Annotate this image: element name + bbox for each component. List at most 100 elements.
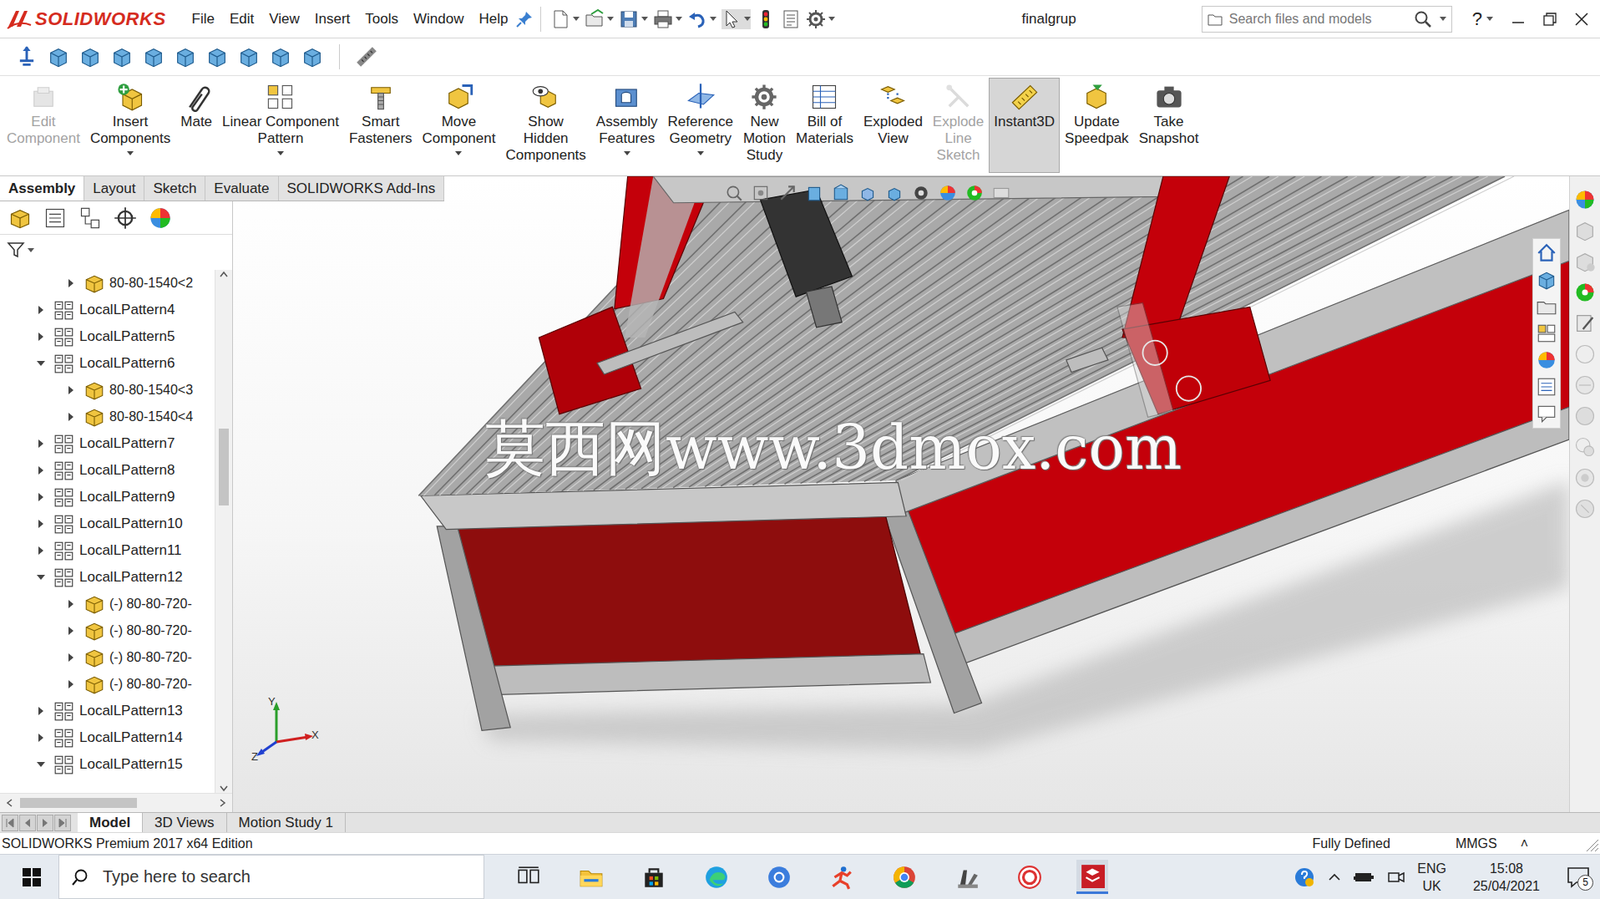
apply-scene-icon[interactable] bbox=[938, 183, 957, 203]
filter-icon[interactable] bbox=[6, 240, 26, 259]
meet-now-icon[interactable] bbox=[1387, 867, 1406, 887]
magnifier-icon[interactable] bbox=[1413, 10, 1433, 29]
taskbar-search[interactable]: Type here to search bbox=[58, 854, 485, 899]
show-hidden-icons-icon[interactable] bbox=[1326, 869, 1342, 885]
select-icon[interactable] bbox=[721, 9, 742, 30]
nav-arrow-icon[interactable] bbox=[4, 816, 16, 829]
battery-icon[interactable] bbox=[1353, 868, 1376, 886]
nav-arrow-icon[interactable] bbox=[56, 816, 69, 829]
menu-item[interactable]: View bbox=[261, 9, 308, 30]
display-manager-icon[interactable] bbox=[148, 206, 173, 230]
quick-tool[interactable] bbox=[755, 9, 776, 30]
update-speedpak-icon[interactable] bbox=[1081, 81, 1112, 112]
home-icon[interactable] bbox=[1535, 242, 1558, 264]
task-pane-tab-icon[interactable] bbox=[1573, 496, 1597, 521]
nav-arrow-icon[interactable] bbox=[39, 816, 51, 829]
menu-item[interactable]: Window bbox=[405, 9, 471, 30]
tree-item[interactable]: LocalLPattern12 bbox=[0, 563, 215, 591]
notification-center[interactable]: 5 bbox=[1566, 865, 1590, 888]
tree-item[interactable]: LocalLPattern6 bbox=[0, 349, 215, 377]
update-speedpak-button[interactable]: UpdateSpeedpak bbox=[1059, 77, 1135, 173]
open-icon[interactable] bbox=[584, 9, 605, 30]
quick-tool[interactable] bbox=[721, 9, 751, 30]
graphics-area[interactable]: 莫西网www.3dmox.comYXZ bbox=[232, 176, 1570, 812]
taskbar-app[interactable] bbox=[763, 860, 795, 893]
minimize-icon[interactable] bbox=[1511, 12, 1525, 26]
browser-icon[interactable] bbox=[766, 864, 792, 890]
command-tab[interactable]: Assembly bbox=[0, 176, 85, 201]
appearance-icon[interactable] bbox=[1535, 349, 1558, 371]
expand-arrow-icon[interactable] bbox=[31, 487, 51, 507]
comment-icon[interactable] bbox=[1535, 402, 1558, 425]
tree-item[interactable]: 80-80-1540<3 bbox=[0, 376, 215, 404]
section-view-icon[interactable] bbox=[805, 183, 824, 203]
store-icon[interactable] bbox=[641, 864, 667, 890]
model-tab[interactable]: Motion Study 1 bbox=[227, 812, 346, 832]
tree-item[interactable]: (-) 80-80-720- bbox=[0, 643, 215, 671]
task-pane-tab-icon[interactable] bbox=[1573, 435, 1597, 459]
move-component-icon[interactable] bbox=[443, 81, 474, 112]
expand-arrow-icon[interactable] bbox=[31, 514, 51, 533]
task-pane-tab-icon[interactable] bbox=[1573, 342, 1597, 366]
tree-item[interactable]: LocalLPattern10 bbox=[0, 510, 215, 537]
mate-icon[interactable] bbox=[181, 81, 212, 112]
reference-geometry-button[interactable]: ReferenceGeometry bbox=[663, 77, 739, 173]
smart-fasteners-icon[interactable] bbox=[365, 81, 396, 112]
model-tab[interactable]: Model bbox=[77, 812, 143, 832]
view-cube-icon[interactable] bbox=[205, 45, 229, 69]
windows-logo-icon[interactable] bbox=[21, 866, 42, 887]
nav-button[interactable] bbox=[36, 814, 54, 831]
close-icon[interactable] bbox=[1574, 12, 1589, 26]
dropdown-caret-icon[interactable] bbox=[455, 151, 462, 156]
start-button[interactable] bbox=[21, 866, 42, 887]
quick-tool[interactable] bbox=[584, 9, 614, 30]
expand-arrow-icon[interactable] bbox=[31, 434, 51, 453]
menu-item[interactable]: Tools bbox=[357, 9, 406, 30]
quick-tool[interactable] bbox=[805, 9, 836, 30]
hide-show-icon[interactable] bbox=[885, 183, 904, 203]
expand-arrow-icon[interactable] bbox=[31, 300, 51, 319]
scroll-down-icon[interactable] bbox=[218, 782, 229, 793]
file-explorer-icon[interactable] bbox=[578, 864, 604, 890]
display-pane-icon[interactable] bbox=[992, 183, 1011, 203]
expand-arrow-icon[interactable] bbox=[61, 380, 81, 400]
scroll-left-icon[interactable] bbox=[5, 797, 16, 808]
exploded-view-icon[interactable] bbox=[877, 81, 908, 112]
nav-button[interactable] bbox=[19, 814, 36, 831]
nav-arrow-icon[interactable] bbox=[21, 816, 34, 829]
nav-button[interactable] bbox=[54, 814, 71, 831]
bill-of-materials-icon[interactable] bbox=[809, 81, 840, 112]
horizontal-scrollbar[interactable] bbox=[0, 792, 233, 812]
menu-item[interactable]: File bbox=[184, 9, 223, 30]
unit-system[interactable]: MMGS bbox=[1455, 835, 1498, 851]
task-pane-tab-icon[interactable] bbox=[1573, 404, 1597, 428]
expand-arrow-icon[interactable] bbox=[31, 567, 51, 587]
rebuild-icon[interactable] bbox=[755, 9, 776, 30]
zoom-area-icon[interactable] bbox=[751, 183, 770, 203]
previous-view-icon[interactable] bbox=[778, 183, 797, 203]
layout-icon[interactable] bbox=[1535, 322, 1558, 345]
measure-icon[interactable] bbox=[354, 45, 379, 69]
task-pane-tab-icon[interactable] bbox=[1573, 187, 1597, 212]
view-settings-icon[interactable] bbox=[965, 183, 984, 203]
view-cube-icon[interactable] bbox=[141, 45, 166, 69]
expand-arrow-icon[interactable] bbox=[31, 354, 51, 373]
view-cube-icon[interactable] bbox=[1535, 268, 1558, 291]
take-snapshot-icon[interactable] bbox=[1154, 81, 1185, 112]
task-view-icon[interactable] bbox=[516, 864, 542, 890]
quick-tool[interactable] bbox=[653, 9, 683, 30]
app-figure-icon[interactable] bbox=[829, 864, 855, 890]
expand-arrow-icon[interactable] bbox=[61, 621, 81, 640]
smart-fasteners-button[interactable]: SmartFasteners bbox=[344, 77, 418, 173]
configuration-manager-icon[interactable] bbox=[78, 206, 102, 230]
linear-component-pattern-icon[interactable] bbox=[265, 81, 296, 112]
feature-manager-icon[interactable] bbox=[8, 206, 32, 230]
view-orientation-icon[interactable] bbox=[831, 183, 851, 203]
expand-arrow-icon[interactable] bbox=[61, 273, 81, 293]
view-cube-icon[interactable] bbox=[46, 45, 71, 69]
tree-item[interactable]: LocalLPattern9 bbox=[0, 483, 215, 511]
dropdown-caret-icon[interactable] bbox=[623, 151, 631, 156]
show-hidden-components-button[interactable]: ShowHiddenComponents bbox=[500, 77, 591, 175]
help-tray-icon[interactable] bbox=[1293, 865, 1316, 888]
take-snapshot-button[interactable]: TakeSnapshot bbox=[1134, 77, 1205, 173]
